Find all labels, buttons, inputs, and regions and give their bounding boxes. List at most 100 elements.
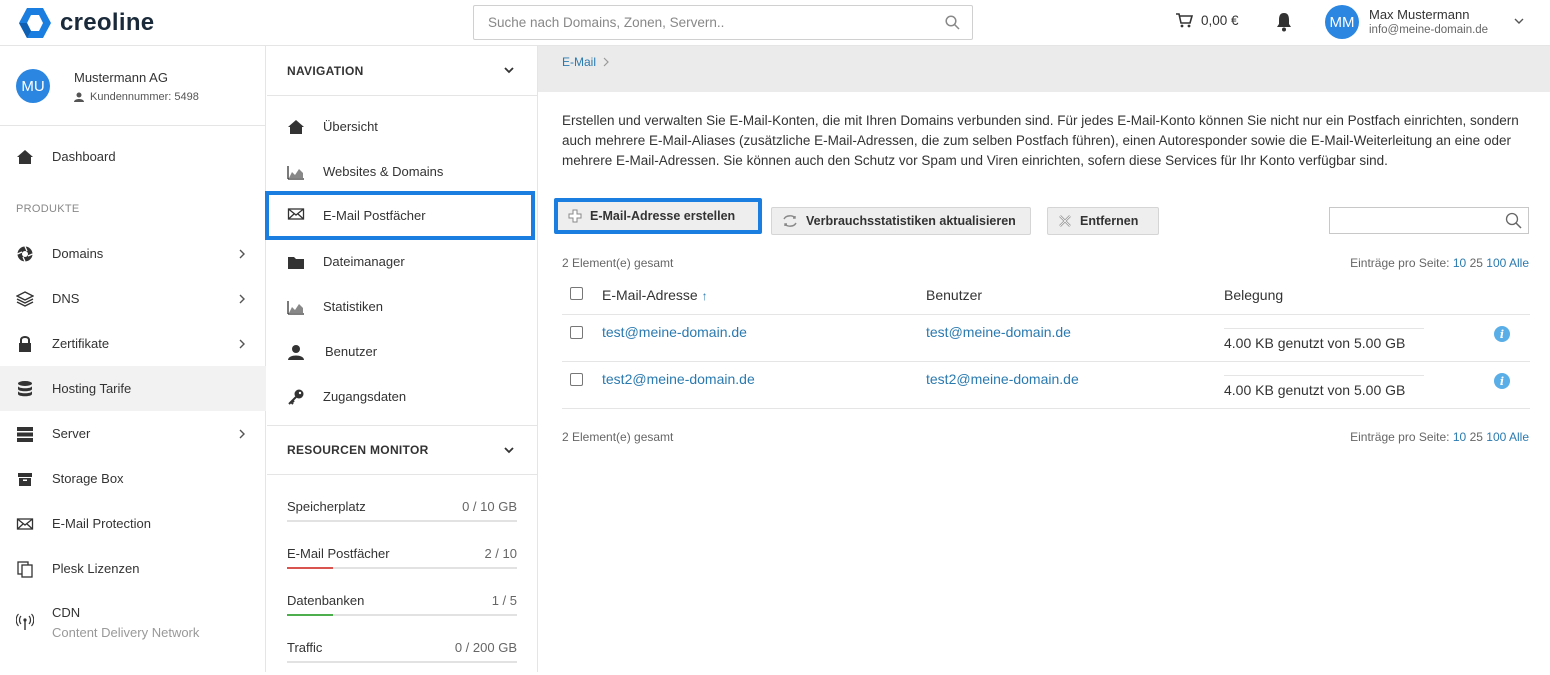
info-icon[interactable]: i [1494,326,1510,342]
sidebar-item-label: Server [52,426,91,441]
bell-icon[interactable] [1275,12,1293,32]
resource-bar [287,567,517,569]
remove-label: Entfernen [1080,214,1139,228]
sidebar-item-sublabel: Content Delivery Network [52,625,200,640]
global-search[interactable] [473,5,973,40]
sidebar-item-label: Hosting Tarife [52,381,132,396]
per-page-25[interactable]: 25 [1470,430,1483,444]
creoline-logo[interactable]: creoline [18,7,154,39]
aperture-icon [17,246,33,262]
nav-item-label: E-Mail Postfächer [323,208,426,223]
total-count-top: 2 Element(e) gesamt [562,256,674,270]
sidebar-item-email-protection[interactable]: E-Mail Protection [0,501,266,546]
chevron-down-icon[interactable] [1513,17,1525,25]
envelope-icon [16,518,34,530]
column-usage[interactable]: Belegung [1224,276,1474,315]
nav-item-zugangsdaten[interactable]: Zugangsdaten [267,374,537,419]
resource-value: 1 / 5 [491,593,517,608]
top-bar: creoline 0,00 € MM Max Mustermann info@m… [0,0,1550,46]
column-email[interactable]: E-Mail-Adresse ↑ [602,276,926,315]
create-email-button[interactable]: E-Mail-Adresse erstellen [554,198,762,234]
row-checkbox[interactable] [570,372,583,386]
resources-header[interactable]: RESOURCEN MONITOR [267,425,537,475]
nav-item-dateimanager[interactable]: Dateimanager [267,239,537,284]
usage-bar [1224,327,1424,329]
usage-text: 4.00 KB genutzt von 5.00 GB [1224,381,1406,398]
remove-button[interactable]: Entfernen [1047,207,1159,235]
sidebar-item-server[interactable]: Server [0,411,266,456]
user-link[interactable]: test@meine-domain.de [926,324,1071,340]
per-page-all[interactable]: Alle [1509,430,1529,444]
customer-card[interactable]: MU Mustermann AG Kundennummer: 5498 [0,46,265,126]
resource-value: 0 / 200 GB [454,640,517,655]
sidebar-item-dashboard[interactable]: Dashboard [0,134,266,179]
key-icon [288,389,304,405]
home-icon [17,150,33,164]
sidebar-item-cdn[interactable]: CDN Content Delivery Network [0,591,266,651]
select-all-checkbox[interactable] [570,286,583,300]
refresh-icon [783,215,797,227]
search-icon[interactable] [1505,212,1522,229]
server-icon [17,427,33,442]
user-link[interactable]: test2@meine-domain.de [926,371,1079,387]
envelope-icon [287,208,305,220]
plus-icon [568,209,582,223]
per-page-25[interactable]: 25 [1470,256,1483,270]
chevron-right-icon [239,294,245,304]
sidebar-item-domains[interactable]: Domains [0,231,266,276]
nav-item-statistiken[interactable]: Statistiken [267,284,537,329]
chevron-right-icon [239,249,245,259]
email-table: E-Mail-Adresse ↑ Benutzer Belegung test@… [562,276,1530,409]
user-email: info@meine-domain.de [1369,24,1489,36]
sidebar-item-dns[interactable]: DNS [0,276,266,321]
search-icon[interactable] [945,15,960,30]
update-stats-button[interactable]: Verbrauchsstatistiken aktualisieren [771,207,1031,235]
navigation-header[interactable]: NAVIGATION [267,46,537,96]
resource-value: 2 / 10 [484,546,517,561]
column-user[interactable]: Benutzer [926,276,1224,315]
chevron-right-icon [239,429,245,439]
list-filter[interactable] [1329,207,1529,234]
sort-asc-icon[interactable]: ↑ [702,289,708,303]
search-input[interactable] [474,6,914,39]
sidebar-item-hosting-tarife[interactable]: Hosting Tarife [0,366,266,411]
nav-item-email-postfaecher[interactable]: E-Mail Postfächer [265,191,535,240]
per-page-10[interactable]: 10 [1453,256,1466,270]
per-page-100[interactable]: 100 [1486,256,1506,270]
per-page-label: Einträge pro Seite: [1350,256,1450,270]
cart-icon [1176,13,1193,28]
nav-item-label: Übersicht [323,119,378,134]
customer-number: Kundennummer: 5498 [74,91,199,103]
sidebar-item-label: Domains [52,246,104,261]
breadcrumb-email[interactable]: E-Mail [562,55,596,69]
main-content: E-Mail Erstellen und verwalten Sie E-Mai… [538,46,1550,672]
usage-text: 4.00 KB genutzt von 5.00 GB [1224,334,1406,351]
email-link[interactable]: test2@meine-domain.de [602,371,755,387]
nav-item-benutzer[interactable]: Benutzer [267,329,537,374]
user-menu[interactable]: MM Max Mustermann info@meine-domain.de [1325,5,1524,39]
nav-item-websites-domains[interactable]: Websites & Domains [267,149,537,194]
email-link[interactable]: test@meine-domain.de [602,324,747,340]
per-page-100[interactable]: 100 [1486,430,1506,444]
row-checkbox[interactable] [570,325,583,339]
nav-item-uebersicht[interactable]: Übersicht [267,104,537,149]
sidebar-item-plesk-lizenzen[interactable]: Plesk Lizenzen [0,546,266,591]
database-icon [18,381,32,397]
per-page-10[interactable]: 10 [1453,430,1466,444]
cart-amount: 0,00 € [1201,12,1239,28]
cart[interactable]: 0,00 € [1175,12,1239,28]
info-icon[interactable]: i [1494,373,1510,389]
sidebar-item-storage-box[interactable]: Storage Box [0,456,266,501]
resource-label: E-Mail Postfächer [287,546,390,561]
chevron-down-icon[interactable] [503,66,515,74]
resource-value: 0 / 10 GB [462,499,517,514]
per-page-all[interactable]: Alle [1509,256,1529,270]
page-description: Erstellen und verwalten Sie E-Mail-Konte… [562,113,1519,168]
sidebar-item-zertifikate[interactable]: Zertifikate [0,321,266,366]
chevron-down-icon[interactable] [503,446,515,454]
resource-speicherplatz: Speicherplatz 0 / 10 GB [287,487,517,534]
home-icon [288,120,304,134]
list-filter-input[interactable] [1330,208,1500,233]
resource-bar-fill [287,614,333,616]
user-icon [288,345,304,360]
